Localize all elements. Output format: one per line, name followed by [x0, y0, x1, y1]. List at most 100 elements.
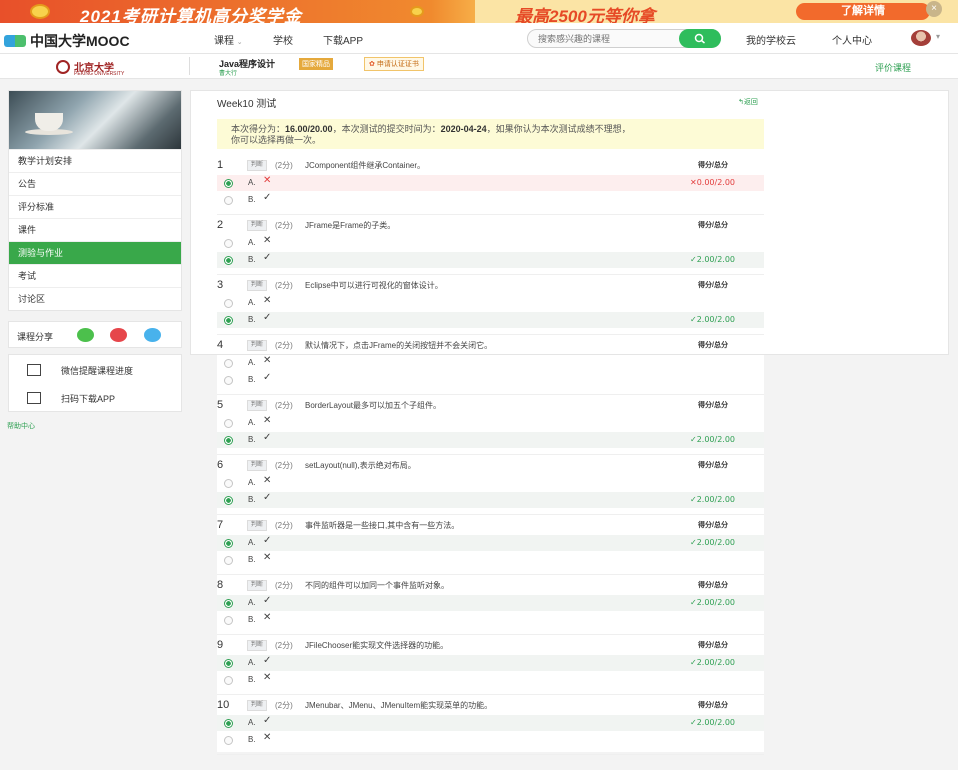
search-input[interactable] — [538, 32, 678, 46]
option-b[interactable]: B. ✕ — [217, 552, 764, 568]
option-a[interactable]: A. ✕ — [217, 475, 764, 491]
option-letter: A. — [248, 358, 256, 367]
question-score: ✓2.00/2.00 — [690, 315, 736, 324]
radio-button[interactable] — [224, 616, 233, 625]
question-number: 2 — [217, 219, 224, 231]
sidebar-item-announcements[interactable]: 公告 — [9, 172, 181, 195]
radio-button[interactable] — [224, 376, 233, 385]
clipboard-icon — [27, 364, 41, 376]
avatar[interactable] — [911, 30, 931, 46]
question-item: 6 判断 (2分) setLayout(null),表示绝对布局。 得分/总分 … — [217, 455, 764, 515]
sidebar-item-schedule[interactable]: 教学计划安排 — [9, 149, 181, 172]
apply-certificate-button[interactable]: ✿ 申请认证证书 — [364, 57, 424, 71]
option-a[interactable]: A. ✕ — [217, 355, 764, 371]
check-icon: ✓ — [263, 372, 272, 383]
option-b[interactable]: B. ✕ — [217, 612, 764, 628]
promo-banner[interactable]: 2021考研计算机高分奖学金 最高2500元等你拿 了解详情 × — [0, 0, 958, 26]
option-letter: B. — [248, 735, 256, 744]
radio-button[interactable] — [224, 179, 233, 188]
radio-button[interactable] — [224, 539, 233, 548]
question-type-badge: 判断 — [247, 400, 268, 411]
question-type-badge: 判断 — [247, 520, 268, 531]
banner-learn-more-button[interactable]: 了解详情 — [796, 3, 930, 20]
retake-hint[interactable]: 你可以选择再做一次。 — [231, 135, 321, 145]
radio-button[interactable] — [224, 719, 233, 728]
option-b[interactable]: B. ✕ — [217, 672, 764, 688]
question-text: 事件监听器是一些接口,其中含有一些方法。 — [305, 521, 460, 530]
help-center-link[interactable]: 帮助中心 — [7, 421, 35, 431]
sidebar-item-exam[interactable]: 考试 — [9, 264, 181, 287]
option-b[interactable]: B. ✓ ✓2.00/2.00 — [217, 312, 764, 328]
cross-icon: ✕ — [263, 175, 272, 186]
radio-button[interactable] — [224, 496, 233, 505]
radio-button[interactable] — [224, 196, 233, 205]
option-a[interactable]: A. ✕ — [217, 295, 764, 311]
nav-courses[interactable]: 课程 ⌄ — [214, 32, 243, 47]
weibo-share-icon[interactable] — [110, 328, 127, 342]
option-letter: A. — [248, 598, 256, 607]
radio-button[interactable] — [224, 736, 233, 745]
radio-button[interactable] — [224, 676, 233, 685]
sidebar-item-courseware[interactable]: 课件 — [9, 218, 181, 241]
radio-button[interactable] — [224, 599, 233, 608]
option-a[interactable]: A. ✕ — [217, 235, 764, 251]
score-header: 得分/总分 — [698, 582, 728, 589]
site-logo[interactable]: 中国大学MOOC — [4, 31, 130, 51]
personal-center-link[interactable]: 个人中心 — [832, 32, 872, 47]
radio-button[interactable] — [224, 479, 233, 488]
score-header: 得分/总分 — [698, 462, 728, 469]
option-b[interactable]: B. ✓ — [217, 372, 764, 388]
qq-share-icon[interactable] — [144, 328, 161, 342]
option-a[interactable]: A. ✕ — [217, 415, 764, 431]
evaluate-course-link[interactable]: 评价课程 — [875, 61, 911, 74]
nav-schools[interactable]: 学校 — [273, 32, 293, 47]
question-points: (2分) — [275, 521, 293, 530]
question-number: 9 — [217, 639, 224, 651]
radio-button[interactable] — [224, 239, 233, 248]
wechat-share-icon[interactable] — [77, 328, 94, 342]
option-a[interactable]: A. ✓ ✓2.00/2.00 — [217, 655, 764, 671]
option-a[interactable]: A. ✓ ✓2.00/2.00 — [217, 595, 764, 611]
option-b[interactable]: B. ✕ — [217, 732, 764, 748]
radio-button[interactable] — [224, 256, 233, 265]
option-a[interactable]: A. ✓ ✓2.00/2.00 — [217, 535, 764, 551]
question-points: (2分) — [275, 341, 293, 350]
chevron-down-icon[interactable]: ▾ — [936, 32, 940, 41]
radio-button[interactable] — [224, 556, 233, 565]
option-letter: A. — [248, 718, 256, 727]
chevron-down-icon: ⌄ — [236, 39, 243, 46]
question-text: JComponent组件继承Container。 — [305, 161, 426, 170]
download-app-link[interactable]: 扫码下载APP — [27, 392, 115, 405]
option-b[interactable]: B. ✓ ✓2.00/2.00 — [217, 252, 764, 268]
school-logo[interactable]: 北京大学 PEKING UNIVERSITY — [56, 59, 124, 77]
sidebar-item-forum[interactable]: 讨论区 — [9, 287, 181, 310]
university-seal-icon — [56, 60, 70, 74]
option-letter: B. — [248, 195, 256, 204]
my-school-cloud-link[interactable]: 我的学校云 — [746, 32, 796, 47]
score-header: 得分/总分 — [698, 402, 728, 409]
wechat-reminder-link[interactable]: 微信提醒课程进度 — [27, 364, 133, 377]
check-icon: ✓ — [263, 655, 272, 666]
back-link[interactable]: ↰返回 — [738, 97, 758, 107]
option-a[interactable]: A. ✕ ✕0.00/2.00 — [217, 175, 764, 191]
question-points: (2分) — [275, 461, 293, 470]
radio-button[interactable] — [224, 359, 233, 368]
radio-button[interactable] — [224, 316, 233, 325]
option-b[interactable]: B. ✓ — [217, 192, 764, 208]
close-icon[interactable]: × — [926, 1, 942, 17]
radio-button[interactable] — [224, 436, 233, 445]
radio-button[interactable] — [224, 299, 233, 308]
nav-download-app[interactable]: 下载APP — [323, 32, 363, 47]
question-text: 默认情况下，点击JFrame的关闭按钮并不会关闭它。 — [305, 341, 493, 350]
radio-button[interactable] — [224, 659, 233, 668]
course-teacher[interactable]: 曹大行 — [219, 68, 237, 77]
option-b[interactable]: B. ✓ ✓2.00/2.00 — [217, 492, 764, 508]
sidebar-item-quizzes[interactable]: 测验与作业 — [9, 241, 181, 264]
sidebar-item-grading[interactable]: 评分标准 — [9, 195, 181, 218]
cross-icon: ✕ — [263, 552, 272, 563]
radio-button[interactable] — [224, 419, 233, 428]
search-button[interactable] — [679, 29, 721, 48]
option-b[interactable]: B. ✓ ✓2.00/2.00 — [217, 432, 764, 448]
option-a[interactable]: A. ✓ ✓2.00/2.00 — [217, 715, 764, 731]
option-letter: B. — [248, 315, 256, 324]
